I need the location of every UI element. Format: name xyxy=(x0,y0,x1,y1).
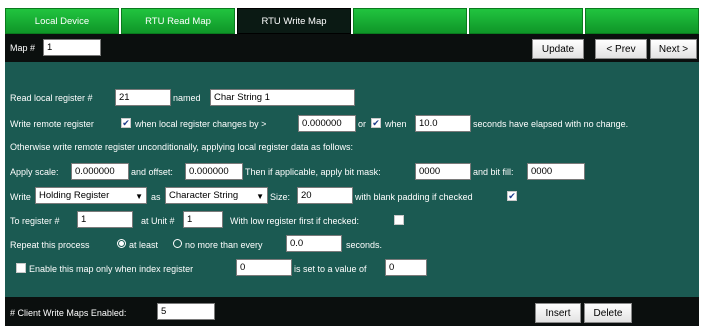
elapsed-seconds-input[interactable]: 10.0 xyxy=(415,115,471,132)
index-register-input[interactable]: 0 xyxy=(236,259,292,276)
at-least-radio[interactable] xyxy=(117,239,126,248)
update-button[interactable]: Update xyxy=(532,39,584,59)
tab-local-device[interactable]: Local Device xyxy=(5,8,119,34)
write-on-change-checkbox[interactable]: ✔ xyxy=(121,118,131,128)
register-type-value: Holding Register xyxy=(39,190,110,201)
chevron-down-icon: ▼ xyxy=(135,192,143,201)
size-input[interactable]: 20 xyxy=(297,187,353,204)
to-register-label: To register # xyxy=(10,216,60,226)
blank-padding-checkbox[interactable]: ✔ xyxy=(507,191,517,201)
repeat-seconds-label: seconds. xyxy=(346,240,383,250)
tab-empty-2[interactable] xyxy=(469,8,583,34)
enable-map-label: Enable this map only when index register xyxy=(29,264,194,274)
next-button[interactable]: Next > xyxy=(650,39,697,59)
tab-empty-1[interactable] xyxy=(353,8,467,34)
named-label: named xyxy=(173,93,201,103)
no-more-than-radio[interactable] xyxy=(173,239,182,248)
scale-input[interactable]: 0.000000 xyxy=(71,163,129,180)
offset-label: and offset: xyxy=(131,167,173,177)
bit-fill-input[interactable]: 0000 xyxy=(527,163,585,180)
write-remote-register-label: Write remote register xyxy=(10,119,94,129)
low-register-first-checkbox[interactable] xyxy=(394,215,404,225)
data-type-select[interactable]: Character String ▼ xyxy=(165,187,268,204)
register-name-input[interactable]: Char String 1 xyxy=(210,89,355,106)
bit-fill-label: and bit fill: xyxy=(473,167,514,177)
low-register-first-label: With low register first if checked: xyxy=(230,216,360,226)
when-label: when xyxy=(385,119,407,129)
footer-bar: # Client Write Maps Enabled: 5 Insert De… xyxy=(5,297,699,326)
when-changes-label: when local register changes by > xyxy=(135,119,267,129)
register-type-select[interactable]: Holding Register ▼ xyxy=(35,187,147,204)
chevron-down-icon: ▼ xyxy=(256,192,264,201)
write-label: Write xyxy=(10,192,31,202)
set-value-label: is set to a value of xyxy=(294,264,367,274)
at-unit-label: at Unit # xyxy=(141,216,175,226)
app-frame: Local Device RTU Read Map RTU Write Map … xyxy=(5,0,699,326)
enable-map-checkbox[interactable] xyxy=(16,263,26,273)
otherwise-text: Otherwise write remote register uncondit… xyxy=(10,142,353,152)
write-on-time-checkbox[interactable]: ✔ xyxy=(371,118,381,128)
data-type-value: Character String xyxy=(169,190,239,201)
tab-rtu-read-map[interactable]: RTU Read Map xyxy=(121,8,235,34)
repeat-seconds-input[interactable]: 0.0 xyxy=(286,235,342,252)
at-least-label: at least xyxy=(129,240,159,250)
apply-scale-label: Apply scale: xyxy=(10,167,59,177)
size-label: Size: xyxy=(270,192,291,202)
map-number-label: Map # xyxy=(10,43,36,53)
index-value-input[interactable]: 0 xyxy=(385,259,427,276)
to-register-input[interactable]: 1 xyxy=(77,211,133,228)
map-number-input[interactable]: 1 xyxy=(43,39,101,56)
seconds-elapsed-label: seconds have elapsed with no change. xyxy=(473,119,629,129)
bit-mask-input[interactable]: 0000 xyxy=(415,163,471,180)
prev-button[interactable]: < Prev xyxy=(595,39,647,59)
client-write-maps-label: # Client Write Maps Enabled: xyxy=(10,308,127,318)
insert-button[interactable]: Insert xyxy=(535,303,581,323)
repeat-process-label: Repeat this process xyxy=(10,240,90,250)
tab-bar: Local Device RTU Read Map RTU Write Map xyxy=(5,8,699,34)
tab-rtu-write-map[interactable]: RTU Write Map xyxy=(237,8,351,34)
bit-mask-label: Then if applicable, apply bit mask: xyxy=(245,167,381,177)
blank-padding-label: with blank padding if checked xyxy=(355,192,473,202)
read-local-register-input[interactable]: 21 xyxy=(115,89,171,106)
client-write-maps-count[interactable]: 5 xyxy=(157,303,215,320)
map-toolbar: Map # 1 Update < Prev Next > xyxy=(5,34,699,62)
read-local-register-label: Read local register # xyxy=(10,93,93,103)
offset-input[interactable]: 0.000000 xyxy=(185,163,243,180)
no-more-than-label: no more than every xyxy=(185,240,263,250)
change-threshold-input[interactable]: 0.000000 xyxy=(298,115,356,132)
write-map-form: Read local register # 21 named Char Stri… xyxy=(5,62,699,297)
delete-button[interactable]: Delete xyxy=(584,303,632,323)
as-label: as xyxy=(151,192,161,202)
unit-input[interactable]: 1 xyxy=(183,211,223,228)
tab-empty-3[interactable] xyxy=(585,8,699,34)
or-label: or xyxy=(358,119,367,129)
